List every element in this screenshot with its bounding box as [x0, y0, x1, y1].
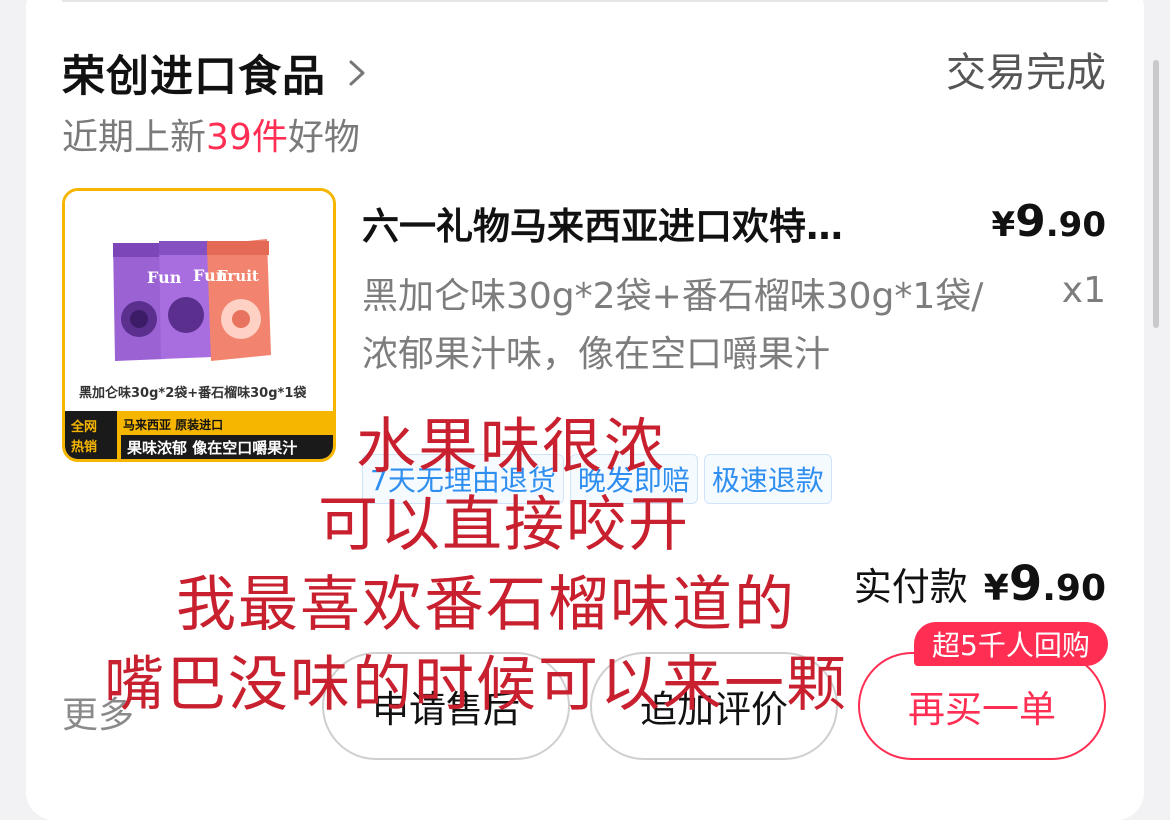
divider [62, 0, 1108, 2]
candy-bag-pink [207, 239, 271, 361]
svg-text:Fun: Fun [147, 268, 182, 287]
tag-7day-return: 7天无理由退货 [362, 454, 564, 504]
shop-name: 荣创进口食品 [62, 52, 326, 102]
product-title[interactable]: 六一礼物马来西亚进口欢特… [362, 196, 843, 250]
rebuy-badge: 超5千人回购 [914, 622, 1108, 666]
payment-label: 实付款 [853, 565, 968, 609]
service-tags: 7天无理由退货 晚发即赔 极速退款 [362, 454, 832, 504]
payment-integer: 9 [1008, 556, 1043, 612]
svg-text:Fruit: Fruit [217, 267, 259, 285]
tag-late-delivery: 晚发即赔 [569, 454, 698, 504]
origin-label: 马来西亚 原装进口 [123, 417, 223, 432]
candy-bag-purple-2 [159, 241, 213, 359]
more-button[interactable]: 更多 [62, 686, 134, 738]
payment-total: 实付款 ¥9.90 [854, 556, 1106, 612]
order-status: 交易完成 [946, 50, 1106, 96]
corner-badge-1: 全网 [70, 419, 97, 435]
payment-currency: ¥ [983, 568, 1009, 609]
image-caption: 黑加仑味30g*2袋+番石榴味30g*1袋 [79, 385, 307, 401]
slogan: 果味浓郁 像在空口嚼果汁 [126, 439, 297, 457]
add-review-button[interactable]: 追加评价 [590, 652, 838, 760]
tag-fast-refund: 极速退款 [703, 454, 832, 504]
corner-badge-2: 热销 [71, 439, 97, 455]
product-spec: 黑加仑味30g*2袋+番石榴味30g*1袋/浓郁果汁味，像在空口嚼果汁 [362, 276, 984, 375]
candy-bag-purple-1 [113, 243, 165, 361]
payment-decimal: .90 [1042, 568, 1106, 609]
chevron-right-icon [342, 58, 372, 88]
product-price: ¥9.90 [991, 196, 1106, 247]
price-currency: ¥ [991, 205, 1016, 245]
new-items-count: 39件 [206, 117, 288, 158]
price-integer: 9 [1015, 196, 1046, 247]
shop-subtitle: 近期上新39件好物 [62, 108, 360, 160]
scrollbar[interactable] [1153, 60, 1159, 328]
after-sale-button[interactable]: 申请售后 [322, 652, 570, 760]
subtitle-suffix: 好物 [287, 117, 360, 158]
product-quantity: x1 [1061, 270, 1106, 311]
subtitle-prefix: 近期上新 [62, 117, 207, 158]
price-decimal: .90 [1045, 205, 1106, 245]
buy-again-button[interactable]: 再买一单 [858, 652, 1106, 760]
shop-link[interactable]: 荣创进口食品 [62, 42, 372, 104]
product-image[interactable]: Fun Fun Fruit 黑加仑味30g*2袋+番石榴味30g*1袋 全网 热… [62, 188, 336, 462]
